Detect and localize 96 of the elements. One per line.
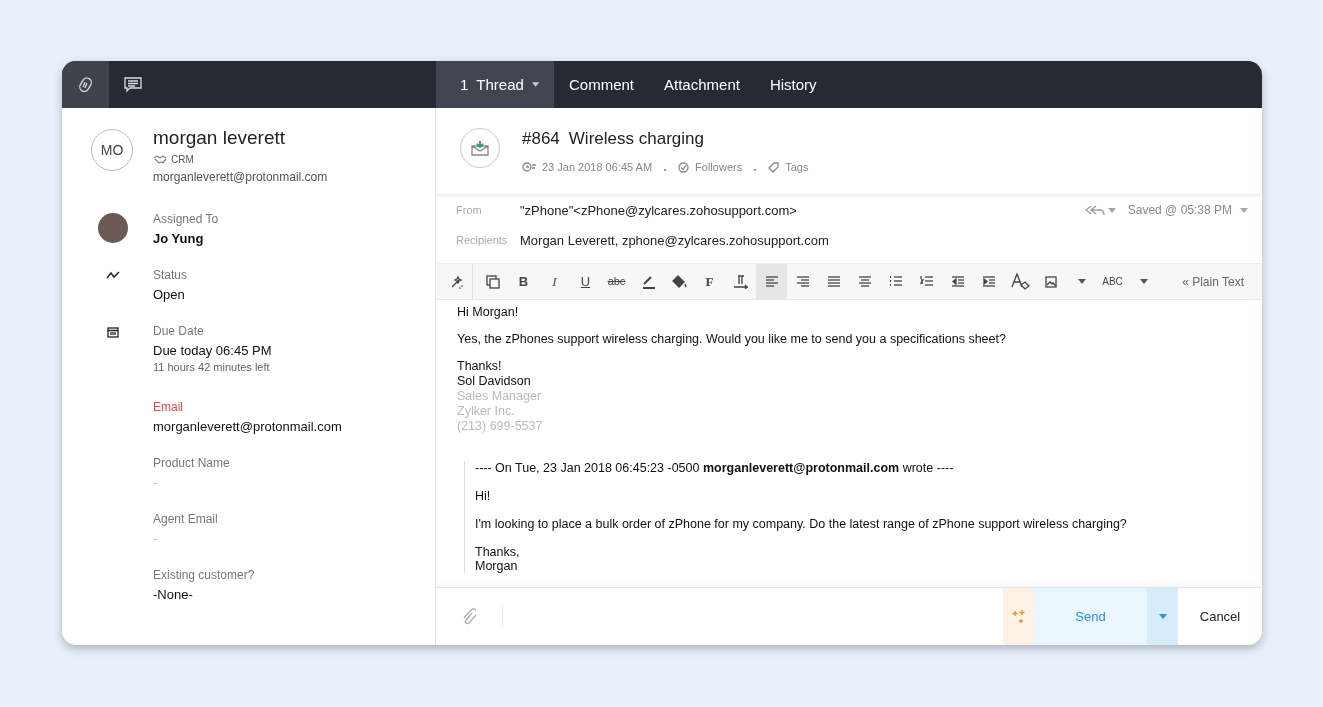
field-value: morganleverett@protonmail.com [153,419,343,434]
tag-icon [768,161,780,173]
quote-text: I'm looking to place a bulk order of zPhone for my company. Do the latest range of zPhone support wireless charging? [475,517,1128,531]
toolbar-button[interactable]: I [539,264,570,299]
side-tab[interactable] [62,61,109,108]
paperclip-icon [77,76,94,93]
field-label: Email [153,400,184,414]
field-note: 11 hours 42 minutes left [153,361,271,373]
chat-icon [123,76,142,93]
signature-line: Sales Manager [457,389,543,404]
align-left-icon [764,275,779,288]
field-label: Agent Email [153,512,219,526]
toolbar-button[interactable]: ABC [1097,264,1128,299]
spell-icon: ABC [1102,276,1123,287]
bold-icon: B [518,275,529,288]
align-right-icon [795,275,810,288]
field-value: -None- [153,587,194,602]
contact-email: morganleverett@protonmail.com [153,170,329,184]
recipients-label: Recipients [456,234,509,246]
italic-icon: I [552,275,557,288]
quote-text: Morgan [475,559,519,573]
ticket-title: Wireless charging [568,129,704,149]
email-text: Yes, the zPhones support wireless charging. Would you like me to send you a specifications sheet? [457,332,1007,346]
followers-link[interactable]: Followers [695,161,743,173]
reply-all-icon [1084,204,1105,216]
field-label: Existing customer? [153,568,256,582]
outdent-icon [950,275,965,288]
field-label: Product Name [153,456,231,470]
field-value: - [153,475,159,490]
caret-icon [1077,279,1086,284]
cancel-button[interactable]: Cancel [1178,588,1262,645]
ticket-number: #864 [522,129,560,149]
signature-line: (213) 699-5537 [457,419,544,434]
caret-icon [1158,614,1167,619]
field-value: - [153,531,159,546]
signature-line: Sol Davidson [457,374,532,389]
text-direction-icon [732,274,749,289]
paperclip-icon [462,607,476,626]
copy-icon [485,274,500,289]
from-label: From [456,204,483,216]
contact-source: CRM [171,154,194,165]
numbered-list-icon [919,275,934,288]
toolbar-button[interactable]: abc [601,264,632,299]
tab[interactable]: Comment [554,61,650,108]
envelope-icon [471,140,489,156]
caret-icon [531,82,539,87]
tab-count: 1 [460,76,469,93]
align-center-icon [857,275,872,288]
ticket-date: 23 Jan 2018 06:45 AM [542,161,653,173]
check-circle-icon [678,161,690,173]
caret-icon [1107,207,1116,213]
plain-text-button[interactable]: « Plain Text [1176,273,1250,290]
sparkle-icon [1011,608,1026,625]
wand-icon [450,274,464,289]
avatar-photo [98,213,128,243]
field-label: Assigned To [153,212,220,226]
field-value: Jo Yung [153,231,205,246]
field-value: Open [153,287,186,302]
tab[interactable]: Attachment [649,61,755,108]
quote-header: ---- On Tue, 23 Jan 2018 06:45:23 -0500 morganleverett@protonmail.com wrote ---- [475,461,955,475]
quote-text: Hi! [475,489,492,503]
calendar-icon [107,326,119,338]
image-icon [1044,275,1057,288]
underline-icon: U [580,275,591,288]
signature-line: Thanks! [457,359,503,374]
tab-label: Comment [569,76,635,93]
recipients-value: Morgan Leverett, zphone@zylcares.zohosupport.com [520,232,830,248]
toolbar-button[interactable]: U [570,264,601,299]
tab-label: Thread [476,76,524,93]
strike-icon: abc [607,276,626,287]
tab[interactable]: 1 Thread [436,61,554,108]
caret-icon [1139,279,1148,284]
indent-icon [981,275,996,288]
from-value: "zPhone"<zPhone@zylcares.zohosupport.com> [520,202,798,218]
trend-line-icon [106,270,120,280]
field-label: Due Date [153,324,205,338]
field-label: Status [153,268,189,282]
paint-bucket-icon [670,274,687,289]
tab-label: History [769,76,817,93]
toolbar-button[interactable]: F [694,264,725,299]
tags-link[interactable]: Tags [785,161,809,173]
quote-text: Thanks, [475,545,521,559]
caret-icon [1240,207,1248,213]
contact-name: morgan leverett [153,127,286,149]
clock-icon [522,162,536,172]
justify-icon [826,275,841,288]
clear-format-icon [1009,272,1030,291]
tab-label: Attachment [664,76,740,93]
signature-line: Zylker Inc. [457,404,516,419]
tab[interactable]: History [754,61,832,108]
bullet-list-icon [888,275,903,288]
field-value: Due today 06:45 PM [153,343,273,358]
font-icon: F [705,275,714,288]
email-text: Hi Morgan! [457,305,520,319]
toolbar-button[interactable]: B [508,264,539,299]
saved-status: Saved @ 05:38 PM [1127,203,1232,217]
